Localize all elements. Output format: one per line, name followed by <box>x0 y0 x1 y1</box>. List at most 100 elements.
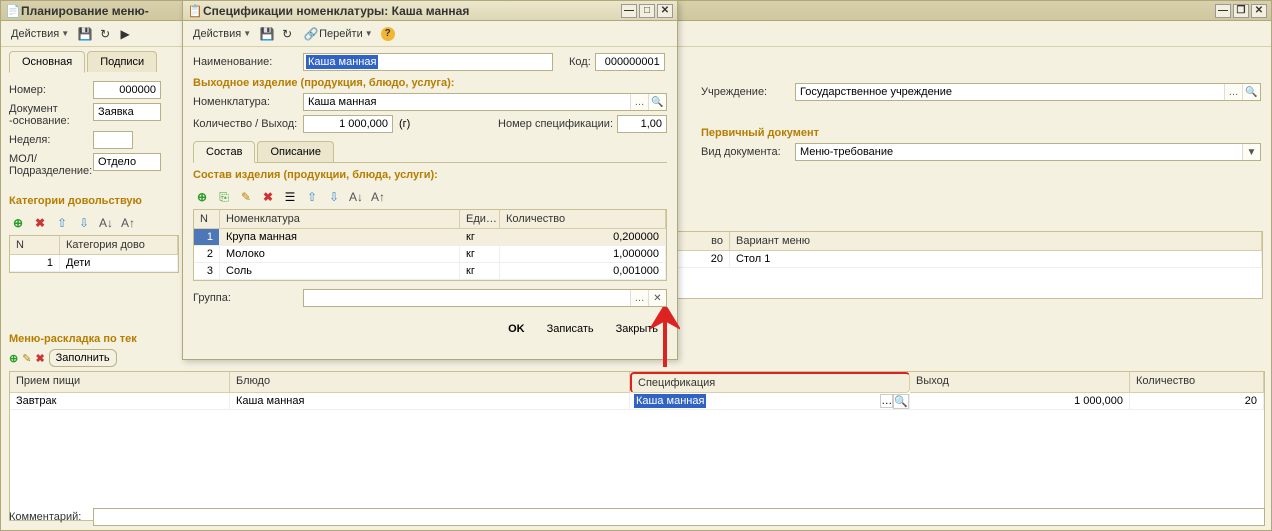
institution-input[interactable] <box>796 84 1224 100</box>
tab-composition[interactable]: Состав <box>193 141 255 163</box>
actions-menu[interactable]: Действия ▼ <box>189 26 255 42</box>
table-row[interactable]: 1 Крупа манная кг 0,200000 <box>194 229 666 246</box>
minimize-button[interactable]: — <box>621 4 637 18</box>
search-icon[interactable]: 🔍 <box>893 394 909 409</box>
col-n: N <box>194 210 220 229</box>
qtyout-label: Количество / Выход: <box>193 118 299 130</box>
variant-grid[interactable]: во Вариант меню 20 Стол 1 <box>651 231 1263 299</box>
add-icon[interactable]: ⊕ <box>9 352 18 365</box>
col-unit: Еди… <box>460 210 500 229</box>
dockind-input[interactable] <box>796 144 1242 160</box>
table-row[interactable]: Завтрак Каша манная Каша манная … 🔍 1 00… <box>10 393 1264 410</box>
qtyout-input[interactable] <box>303 115 393 133</box>
delete-icon[interactable]: ✖ <box>31 214 49 232</box>
col-n: N <box>10 236 60 255</box>
edit-icon[interactable]: ✎ <box>237 188 255 206</box>
col-nomen: Номенклатура <box>220 210 460 229</box>
docbasis-label: Документ-основание: <box>9 103 89 127</box>
fill-button[interactable]: Заполнить <box>49 349 117 367</box>
number-input[interactable] <box>93 81 161 99</box>
chevron-down-icon: ▼ <box>365 29 373 38</box>
save-icon[interactable]: 💾 <box>77 26 93 42</box>
ellipsis-icon[interactable]: … <box>630 94 648 110</box>
col-qty: Количество <box>1130 372 1264 393</box>
col-qty: Количество <box>500 210 666 229</box>
nomen-label: Номенклатура: <box>193 96 299 108</box>
comment-input[interactable] <box>93 508 1265 526</box>
tab-signatures[interactable]: Подписи <box>87 51 157 72</box>
goto-menu[interactable]: 🔗 Перейти ▼ <box>299 24 377 44</box>
delete-icon[interactable]: ✖ <box>35 352 44 365</box>
table-row[interactable]: 2 Молоко кг 1,000000 <box>194 246 666 263</box>
copy-icon[interactable]: ⎘ <box>215 188 233 206</box>
add-icon[interactable]: ⊕ <box>193 188 211 206</box>
add-icon[interactable]: ⊕ <box>9 214 27 232</box>
comment-label: Комментарий: <box>9 511 89 523</box>
docbasis-input[interactable] <box>93 103 161 121</box>
minimize-button[interactable]: — <box>1215 4 1231 18</box>
save-button[interactable]: Записать <box>538 319 603 339</box>
edit-icon[interactable]: ✎ <box>22 352 31 365</box>
actions-menu[interactable]: Действия ▼ <box>7 26 73 42</box>
ellipsis-icon[interactable]: … <box>630 290 648 306</box>
dockind-label: Вид документа: <box>701 146 791 158</box>
col-out: Выход <box>910 372 1130 393</box>
up-icon[interactable]: ⇧ <box>53 214 71 232</box>
table-row[interactable]: 3 Соль кг 0,001000 <box>194 263 666 280</box>
categories-section: Категории довольствую <box>9 195 179 207</box>
clear-icon[interactable]: ✕ <box>648 290 666 306</box>
table-row[interactable]: 1 Дети <box>10 255 178 272</box>
name-input[interactable]: Каша манная <box>306 55 378 69</box>
refresh-icon[interactable]: ↻ <box>97 26 113 42</box>
delete-icon[interactable]: ✖ <box>259 188 277 206</box>
group-input[interactable] <box>304 290 630 306</box>
col-variant: Вариант меню <box>730 232 1262 251</box>
col-category: Категория дово <box>60 236 178 255</box>
down-icon[interactable]: ⇩ <box>75 214 93 232</box>
maximize-button[interactable]: □ <box>639 4 655 18</box>
finish-edit-icon[interactable]: ☰ <box>281 188 299 206</box>
specno-input[interactable] <box>617 115 667 133</box>
execute-icon[interactable]: ▶ <box>117 26 133 42</box>
ellipsis-icon[interactable]: … <box>1224 84 1242 100</box>
tab-main[interactable]: Основная <box>9 51 85 73</box>
close-button[interactable]: Закрыть <box>607 319 667 339</box>
goto-icon: 🔗 <box>303 26 319 42</box>
mol-input[interactable] <box>93 153 161 171</box>
menu-grid[interactable]: Прием пищи Блюдо Спецификация Выход Коли… <box>9 371 1265 521</box>
refresh-icon[interactable]: ↻ <box>279 26 295 42</box>
main-title: Планирование меню- <box>21 4 149 18</box>
output-section: Выходное изделие (продукция, блюдо, услу… <box>193 77 667 89</box>
table-row[interactable]: 20 Стол 1 <box>652 251 1262 268</box>
sort-asc-icon[interactable]: A↓ <box>97 214 115 232</box>
sort-asc-icon[interactable]: A↓ <box>347 188 365 206</box>
sort-desc-icon[interactable]: A↑ <box>119 214 137 232</box>
code-input[interactable] <box>595 53 665 71</box>
close-button[interactable]: ✕ <box>1251 4 1267 18</box>
dialog-icon: 📋 <box>187 3 203 19</box>
ok-button[interactable]: OK <box>499 319 534 339</box>
tab-description[interactable]: Описание <box>257 141 334 162</box>
dialog-title: Спецификации номенклатуры: Каша манная <box>203 4 469 18</box>
number-label: Номер: <box>9 84 89 96</box>
close-button[interactable]: ✕ <box>657 4 673 18</box>
up-icon[interactable]: ⇧ <box>303 188 321 206</box>
maximize-button[interactable]: ❐ <box>1233 4 1249 18</box>
nomen-input[interactable] <box>304 94 630 110</box>
categories-grid[interactable]: N Категория дово 1 Дети <box>9 235 179 273</box>
group-label: Группа: <box>193 292 299 304</box>
ellipsis-icon[interactable]: … <box>880 394 893 408</box>
specno-label: Номер спецификации: <box>498 118 613 130</box>
save-icon[interactable]: 💾 <box>259 26 275 42</box>
help-icon[interactable]: ? <box>381 27 395 41</box>
search-icon[interactable]: 🔍 <box>1242 84 1260 100</box>
col-meal: Прием пищи <box>10 372 230 393</box>
down-icon[interactable]: ⇩ <box>325 188 343 206</box>
search-icon[interactable]: 🔍 <box>648 94 666 110</box>
composition-grid[interactable]: N Номенклатура Еди… Количество 1 Крупа м… <box>193 209 667 281</box>
spec-cell[interactable]: Каша манная … 🔍 <box>630 393 910 410</box>
app-icon: 📄 <box>5 3 21 19</box>
dropdown-icon[interactable]: ▼ <box>1242 144 1260 160</box>
sort-desc-icon[interactable]: A↑ <box>369 188 387 206</box>
composition-section: Состав изделия (продукции, блюда, услуги… <box>193 169 667 181</box>
